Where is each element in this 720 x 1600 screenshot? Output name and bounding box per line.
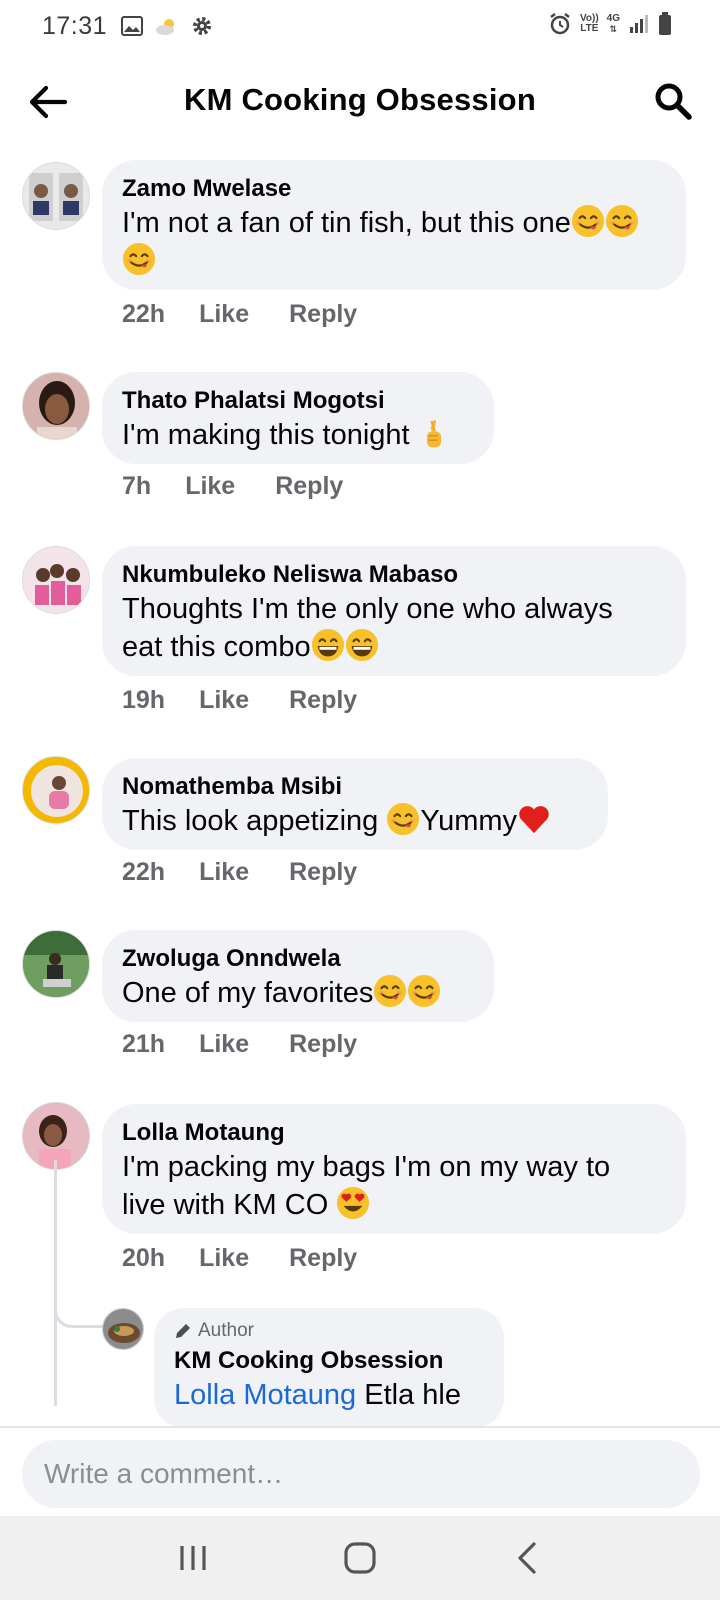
comment-time: 22h	[122, 858, 166, 886]
comment-text: This look appetizing Yummy	[122, 802, 588, 840]
comment-bubble: Thato Phalatsi Mogotsi I'm making this t…	[102, 372, 494, 464]
yum-face-emoji	[122, 242, 156, 276]
comment-input[interactable]	[22, 1440, 700, 1508]
comment-actions: 20h Like Reply	[122, 1244, 357, 1273]
gallery-icon	[121, 16, 144, 36]
comment-text: One of my favorites	[122, 974, 474, 1012]
recent-apps-button[interactable]	[163, 1528, 223, 1588]
page-avatar[interactable]	[102, 1308, 144, 1350]
comment-actions: 7h Like Reply	[122, 472, 343, 501]
status-bar: 17:31 Vo)) LTE 4G ⇅	[0, 0, 720, 52]
comment-author[interactable]: Nomathemba Msibi	[122, 772, 588, 802]
red-heart-emoji	[517, 802, 551, 836]
comment-time: 21h	[122, 1030, 166, 1058]
comment-author[interactable]: Zwoluga Onndwela	[122, 944, 474, 974]
heart-eyes-emoji	[336, 1186, 370, 1220]
like-button[interactable]: Like	[199, 686, 249, 715]
comment-text: Thoughts I'm the only one who always eat …	[122, 593, 613, 663]
status-time: 17:31	[42, 11, 108, 40]
reply-button[interactable]: Reply	[275, 472, 343, 501]
grinning-emoji	[345, 628, 379, 662]
like-button[interactable]: Like	[199, 858, 249, 887]
yum-face-emoji	[407, 974, 441, 1008]
search-button[interactable]	[650, 78, 696, 124]
battery-icon	[659, 12, 671, 35]
thread-connector	[54, 1300, 106, 1328]
network-type: 4G ⇅	[606, 13, 620, 35]
reply-button[interactable]: Reply	[289, 1244, 357, 1273]
settings-gear-icon	[193, 17, 212, 35]
arrow-left-icon	[29, 85, 68, 119]
status-left-icons	[121, 15, 213, 37]
comment-actions: 22h Like Reply	[122, 858, 357, 887]
comment-bubble: Zwoluga Onndwela One of my favorites	[102, 930, 494, 1022]
comment-actions: 21h Like Reply	[122, 1030, 357, 1059]
comment-author[interactable]: Nkumbuleko Neliswa Mabaso	[122, 560, 666, 590]
comment-time: 22h	[122, 300, 166, 328]
page-title: KM Cooking Obsession	[184, 82, 536, 117]
mention-link[interactable]: Lolla Motaung	[174, 1379, 356, 1411]
crossed-fingers-emoji	[418, 418, 450, 450]
status-right-icons: Vo)) LTE 4G ⇅	[548, 12, 672, 36]
grinning-emoji	[311, 628, 345, 662]
avatar[interactable]	[22, 930, 90, 998]
reply-button[interactable]: Reply	[289, 300, 357, 329]
comment-text: I'm not a fan of tin fish, but this one	[122, 204, 666, 280]
yum-face-emoji	[571, 204, 605, 238]
reply-button[interactable]: Reply	[289, 1030, 357, 1059]
like-button[interactable]: Like	[199, 300, 249, 329]
author-badge: Author	[174, 1320, 484, 1342]
comment-time: 7h	[122, 472, 152, 500]
comment-text: I'm packing my bags I'm on my way to live…	[122, 1151, 611, 1221]
comment-actions: 19h Like Reply	[122, 686, 357, 715]
back-nav-button[interactable]	[497, 1528, 557, 1588]
comment-actions: 22h Like Reply	[122, 300, 357, 329]
thread-line	[54, 1160, 57, 1406]
yum-face-emoji	[373, 974, 407, 1008]
yum-face-emoji	[605, 204, 639, 238]
like-button[interactable]: Like	[199, 1030, 249, 1059]
comment-time: 20h	[122, 1244, 166, 1272]
comment-author[interactable]: Thato Phalatsi Mogotsi	[122, 386, 474, 416]
avatar[interactable]	[22, 372, 90, 440]
alarm-icon	[550, 13, 570, 35]
avatar[interactable]	[22, 162, 90, 230]
signal-icon	[630, 15, 648, 33]
author-badge-label: Author	[198, 1320, 254, 1341]
home-icon	[344, 1542, 376, 1574]
comment-bubble: Nomathemba Msibi This look appetizing Yu…	[102, 758, 608, 850]
comment-bubble: Lolla Motaung I'm packing my bags I'm on…	[102, 1104, 686, 1234]
chevron-left-icon	[518, 1542, 536, 1574]
pencil-icon	[176, 1324, 190, 1338]
system-nav-bar	[0, 1516, 720, 1600]
reply-author[interactable]: KM Cooking Obsession	[174, 1346, 484, 1376]
reply-bubble: Author KM Cooking Obsession Lolla Motaun…	[154, 1308, 504, 1428]
avatar[interactable]	[22, 546, 90, 614]
weather-icon	[156, 19, 175, 35]
comment-bubble: Nkumbuleko Neliswa Mabaso Thoughts I'm t…	[102, 546, 686, 676]
reply-button[interactable]: Reply	[289, 686, 357, 715]
home-button[interactable]	[330, 1528, 390, 1588]
app-header: KM Cooking Obsession	[0, 60, 720, 140]
reply-text: Lolla Motaung Etla hle	[174, 1379, 461, 1411]
back-button[interactable]	[26, 80, 70, 124]
comment-author[interactable]: Zamo Mwelase	[122, 174, 666, 204]
composer-area	[0, 1426, 720, 1516]
like-button[interactable]: Like	[185, 472, 235, 501]
search-icon	[655, 83, 692, 120]
comment-author[interactable]: Lolla Motaung	[122, 1118, 666, 1148]
comment-text: I'm making this tonight	[122, 416, 474, 454]
comment-bubble: Zamo Mwelase I'm not a fan of tin fish, …	[102, 160, 686, 290]
reply-button[interactable]: Reply	[289, 858, 357, 887]
like-button[interactable]: Like	[199, 1244, 249, 1273]
recent-apps-icon	[180, 1546, 206, 1570]
avatar[interactable]	[22, 756, 90, 824]
yum-face-emoji	[386, 802, 420, 836]
comment-time: 19h	[122, 686, 166, 714]
volte-indicator: Vo)) LTE	[579, 13, 599, 34]
